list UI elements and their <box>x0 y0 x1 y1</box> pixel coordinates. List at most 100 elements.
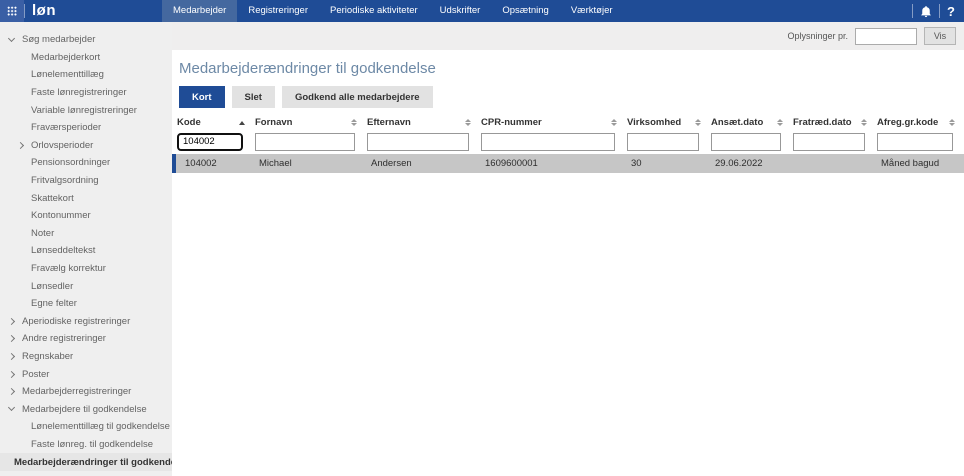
oplysninger-date-input[interactable] <box>855 28 917 45</box>
sidebar-item-label: Faste lønregistreringer <box>31 87 127 98</box>
sidebar-item-label: Variable lønregistreringer <box>31 105 137 116</box>
nav-item-periodiske-aktiviteter[interactable]: Periodiske aktiviteter <box>319 0 429 22</box>
sort-icon <box>695 119 701 127</box>
sort-icon <box>861 119 867 127</box>
sidebar-item-pensionsordninger[interactable]: Pensionsordninger <box>0 154 172 172</box>
column-header-kode[interactable]: Kode <box>177 116 255 129</box>
filter-input-kode[interactable] <box>177 133 243 151</box>
filter-input-efternavn[interactable] <box>367 133 469 151</box>
help-button[interactable]: ? <box>947 4 955 19</box>
nav-item-medarbejder[interactable]: Medarbejder <box>162 0 237 22</box>
column-header-fornavn[interactable]: Fornavn <box>255 116 367 129</box>
grid-icon <box>7 6 17 16</box>
filter-input-fratraed-dato[interactable] <box>793 133 865 151</box>
column-header-cpr-nummer[interactable]: CPR-nummer <box>481 116 627 129</box>
filter-input-afreg-gr-kode[interactable] <box>877 133 953 151</box>
filter-cell-afreg-gr-kode <box>877 131 964 151</box>
sidebar-item-egne-felter[interactable]: Egne felter <box>0 295 172 313</box>
filter-cell-efternavn <box>367 131 481 151</box>
slet-button[interactable]: Slet <box>232 86 275 108</box>
sort-icon <box>351 119 357 127</box>
column-header-label: Fornavn <box>255 117 292 128</box>
filter-input-ansaet-dato[interactable] <box>711 133 781 151</box>
filter-cell-cpr-nummer <box>481 131 627 151</box>
sidebar-item-variable-loenregistreringer[interactable]: Variable lønregistreringer <box>0 101 172 119</box>
column-header-label: Fratræd.dato <box>793 117 852 128</box>
sidebar-item-andre-registreringer[interactable]: Andre registreringer <box>0 330 172 348</box>
question-mark-icon: ? <box>947 4 955 19</box>
sidebar-item-label: Lønelementtillæg til godkendelse <box>31 421 170 432</box>
sidebar-item-label: Regnskaber <box>22 351 73 362</box>
filter-cell-ansaet-dato <box>711 131 793 151</box>
sidebar-item-loensedler[interactable]: Lønsedler <box>0 277 172 295</box>
sort-icon <box>465 119 471 127</box>
vis-button[interactable]: Vis <box>924 27 956 45</box>
sidebar-item-aperiodiske-registreringer[interactable]: Aperiodiske registreringer <box>0 313 172 331</box>
nav-item-registreringer[interactable]: Registreringer <box>237 0 319 22</box>
sidebar-item-poster[interactable]: Poster <box>0 365 172 383</box>
app-launcher-button[interactable] <box>0 0 24 22</box>
page-title: Medarbejderændringer til godkendelse <box>179 60 964 77</box>
filter-input-cpr-nummer[interactable] <box>481 133 615 151</box>
table-cell: Michael <box>250 158 362 169</box>
column-header-label: Virksomhed <box>627 117 681 128</box>
filter-input-virksomhed[interactable] <box>627 133 699 151</box>
sidebar-item-skattekort[interactable]: Skattekort <box>0 189 172 207</box>
sidebar-item-orlovsperioder[interactable]: Orlovsperioder <box>0 137 172 155</box>
sidebar-item-label: Fravælg korrektur <box>31 263 106 274</box>
sidebar-item-label: Medarbejderregistreringer <box>22 386 131 397</box>
top-nav: MedarbejderRegistreringerPeriodiske akti… <box>162 0 624 22</box>
table-cell: 1609600001 <box>476 158 622 169</box>
sidebar-item-soeg-medarbejder[interactable]: Søg medarbejder <box>0 31 172 49</box>
nav-item-udskrifter[interactable]: Udskrifter <box>429 0 492 22</box>
sort-up-arrow <box>351 119 357 122</box>
sidebar-item-label: Aperiodiske registreringer <box>22 316 130 327</box>
table-row[interactable]: 104002MichaelAndersen16096000013029.06.2… <box>172 154 964 173</box>
table-cell: Måned bagud <box>872 158 960 169</box>
column-header-virksomhed[interactable]: Virksomhed <box>627 116 711 129</box>
app-logo: løn <box>32 2 56 19</box>
nav-item-opsaetning[interactable]: Opsætning <box>491 0 559 22</box>
sidebar-item-fravaersperioder[interactable]: Fraværsperioder <box>0 119 172 137</box>
sidebar-item-fravaelg-korrektur[interactable]: Fravælg korrektur <box>0 260 172 278</box>
sort-up-arrow <box>949 119 955 122</box>
column-header-afreg-gr-kode[interactable]: Afreg.gr.kode <box>877 116 964 129</box>
chevron-right-icon <box>8 371 15 378</box>
sidebar-item-medarbejderkort[interactable]: Medarbejderkort <box>0 49 172 67</box>
sidebar-item-medarbejderregistreringer[interactable]: Medarbejderregistreringer <box>0 383 172 401</box>
sidebar-item-regnskaber[interactable]: Regnskaber <box>0 348 172 366</box>
sidebar-item-loenseddeltekst[interactable]: Lønseddeltekst <box>0 242 172 260</box>
table-header-row: KodeFornavn Efternavn CPR-nummer Virksomhed… <box>177 116 964 129</box>
column-header-label: CPR-nummer <box>481 117 542 128</box>
sidebar-item-faste-loenregistreringer[interactable]: Faste lønregistreringer <box>0 84 172 102</box>
sidebar-item-noter[interactable]: Noter <box>0 225 172 243</box>
sidebar-item-medarbejderaendringer-til-godkendelse[interactable]: Medarbejderændringer til godkendelse <box>0 453 172 471</box>
table-cell: 104002 <box>176 158 250 169</box>
sidebar-item-label: Fritvalgsordning <box>31 175 99 186</box>
topbar: løn MedarbejderRegistreringerPeriodiske … <box>0 0 964 22</box>
column-header-fratraed-dato[interactable]: Fratræd.dato <box>793 116 877 129</box>
sidebar-item-label: Andre registreringer <box>22 333 106 344</box>
sort-up-arrow <box>611 119 617 122</box>
chevron-down-icon <box>8 35 15 42</box>
sidebar-item-label: Egne felter <box>31 298 77 309</box>
column-header-ansaet-dato[interactable]: Ansæt.dato <box>711 116 793 129</box>
kort-button[interactable]: Kort <box>179 86 225 108</box>
filter-input-fornavn[interactable] <box>255 133 355 151</box>
notifications-button[interactable] <box>920 5 932 18</box>
nav-item-vaerktoejer[interactable]: Værktøjer <box>560 0 624 22</box>
godkend-alle-medarbejdere-button[interactable]: Godkend alle medarbejdere <box>282 86 433 108</box>
column-header-label: Efternavn <box>367 117 411 128</box>
sidebar-item-medarbejdere-til-godkendelse[interactable]: Medarbejdere til godkendelse <box>0 400 172 418</box>
sidebar-item-loenelementtillaeg[interactable]: Lønelementtillæg <box>0 66 172 84</box>
column-header-efternavn[interactable]: Efternavn <box>367 116 481 129</box>
sort-down-arrow <box>465 123 471 126</box>
sort-ascending-icon <box>239 121 245 125</box>
sidebar-item-loenelementtillaeg-til-godkendelse[interactable]: Lønelementtillæg til godkendelse <box>0 418 172 436</box>
sidebar-item-faste-loenreg-til-godkendelse[interactable]: Faste lønreg. til godkendelse <box>0 436 172 454</box>
topbar-divider <box>912 4 913 18</box>
sort-down-arrow <box>611 123 617 126</box>
sort-down-arrow <box>861 123 867 126</box>
sidebar-item-kontonummer[interactable]: Kontonummer <box>0 207 172 225</box>
sidebar-item-fritvalgsordning[interactable]: Fritvalgsordning <box>0 172 172 190</box>
